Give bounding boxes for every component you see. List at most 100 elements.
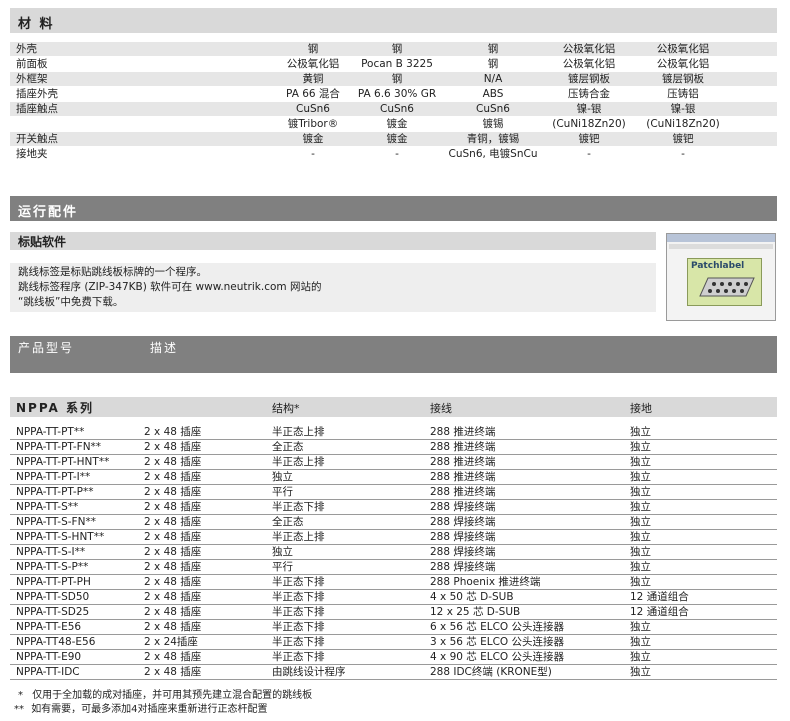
series-size: 2 x 48 插座 bbox=[144, 666, 202, 678]
footnote-2: ** 如有需要，可最多添加4对插座来重新进行正态杆配置 bbox=[14, 700, 268, 715]
series-wiring: 288 焊接终端 bbox=[430, 531, 496, 543]
window-titlebar bbox=[667, 234, 775, 242]
series-ground: 独立 bbox=[630, 636, 651, 648]
series-wiring: 4 x 50 芯 D-SUB bbox=[430, 591, 514, 603]
series-model: NPPA-TT-S-P** bbox=[16, 561, 89, 573]
material-value: CuSn6 bbox=[380, 103, 414, 115]
series-structure: 独立 bbox=[272, 546, 293, 558]
material-label: 插座触点 bbox=[16, 103, 58, 115]
series-wiring: 288 推进终端 bbox=[430, 426, 496, 438]
material-label: 前面板 bbox=[16, 58, 48, 70]
series-model: NPPA-TT-PT-P** bbox=[16, 486, 94, 498]
series-size: 2 x 48 插座 bbox=[144, 546, 202, 558]
series-model: NPPA-TT-E56 bbox=[16, 621, 82, 633]
material-row: 开关触点 镀金 镀金 青铜，镀锡 镀钯 镀钯 bbox=[10, 132, 777, 146]
series-size: 2 x 48 插座 bbox=[144, 651, 202, 663]
series-title: NPPA 系列 bbox=[16, 401, 94, 415]
materials-header: 材 料 bbox=[10, 8, 777, 33]
material-value: 压铸合金 bbox=[568, 88, 610, 100]
material-row: 接地夹 - - CuSn6, 电镀SnCu - - bbox=[10, 147, 777, 161]
series-size: 2 x 48 插座 bbox=[144, 441, 202, 453]
series-size: 2 x 48 插座 bbox=[144, 426, 202, 438]
series-ground: 独立 bbox=[630, 546, 651, 558]
series-model: NPPA-TT-SD25 bbox=[16, 606, 90, 618]
series-structure: 半正态上排 bbox=[272, 426, 325, 438]
table-row: NPPA-TT-E56 2 x 48 插座 半正态下排 6 x 56 芯 ELCO 公… bbox=[10, 620, 777, 635]
series-structure: 由跳线设计程序 bbox=[272, 666, 346, 678]
table-row: NPPA-TT-PT-FN** 2 x 48 插座 全正态 288 推进终端 独立 bbox=[10, 440, 777, 455]
series-wiring: 288 Phoenix 推进终端 bbox=[430, 576, 541, 588]
series-ground: 独立 bbox=[630, 456, 651, 468]
series-size: 2 x 48 插座 bbox=[144, 606, 202, 618]
series-size: 2 x 48 插座 bbox=[144, 561, 202, 573]
series-wiring: 288 焊接终端 bbox=[430, 516, 496, 528]
series-structure: 半正态下排 bbox=[272, 501, 325, 513]
accessories-title: 运行配件 bbox=[18, 205, 79, 220]
software-description: 跳线标签是标贴跳线板标牌的一个程序。 跳线标签程序 (ZIP-347KB) 软件… bbox=[10, 263, 656, 312]
series-structure: 全正态 bbox=[272, 441, 304, 453]
series-size: 2 x 48 插座 bbox=[144, 456, 202, 468]
series-wiring: 3 x 56 芯 ELCO 公头连接器 bbox=[430, 636, 565, 648]
material-row: 插座触点 CuSn6 CuSn6 CuSn6 镍-银 镍-银 bbox=[10, 102, 777, 116]
material-value: 镀金 bbox=[386, 118, 408, 130]
series-size: 2 x 24插座 bbox=[144, 636, 198, 648]
footnote-1: * 仅用于全加载的成对插座，并可用其预先建立混合配置的跳线板 bbox=[18, 686, 312, 701]
table-row: NPPA-TT-S** 2 x 48 插座 半正态下排 288 焊接终端 独立 bbox=[10, 500, 777, 515]
software-line-1: 跳线标签是标贴跳线板标牌的一个程序。 bbox=[18, 266, 207, 278]
table-row: NPPA-TT-S-FN** 2 x 48 插座 全正态 288 焊接终端 独立 bbox=[10, 515, 777, 530]
material-value: 公极氧化铝 bbox=[562, 43, 616, 55]
series-model: NPPA-TT-PT-PH bbox=[16, 576, 91, 588]
footnote-2-text: 如有需要，可最多添加4对插座来重新进行正态杆配置 bbox=[31, 704, 268, 715]
material-value: 镀锡 bbox=[482, 118, 504, 130]
material-value: (CuNi18Zn20) bbox=[552, 118, 626, 130]
series-model: NPPA-TT-PT-FN** bbox=[16, 441, 102, 453]
material-value: PA 66 混合 bbox=[286, 88, 340, 100]
series-model: NPPA-TT-PT-HNT** bbox=[16, 456, 110, 468]
series-model: NPPA-TT-PT-I** bbox=[16, 471, 91, 483]
series-ground: 12 通道组合 bbox=[630, 606, 689, 618]
accessories-header: 运行配件 bbox=[10, 196, 777, 221]
series-structure: 半正态下排 bbox=[272, 636, 325, 648]
wiring-column-heading: 接线 bbox=[430, 402, 452, 415]
table-row: NPPA-TT-PT-P** 2 x 48 插座 平行 288 推进终端 独立 bbox=[10, 485, 777, 500]
series-structure: 半正态下排 bbox=[272, 606, 325, 618]
series-ground: 独立 bbox=[630, 666, 651, 678]
series-wiring: 4 x 90 芯 ELCO 公头连接器 bbox=[430, 651, 565, 663]
material-value: CuSn6, 电镀SnCu bbox=[448, 148, 538, 160]
material-value: 钢 bbox=[487, 43, 499, 55]
series-model: NPPA-TT-IDC bbox=[16, 666, 80, 678]
material-value: - bbox=[681, 148, 685, 160]
series-ground: 独立 bbox=[630, 426, 651, 438]
series-ground: 独立 bbox=[630, 651, 651, 663]
product-model-heading: 产品型号 bbox=[18, 341, 75, 355]
series-structure: 平行 bbox=[272, 561, 293, 573]
table-row: NPPA-TT-E90 2 x 48 插座 半正态下排 4 x 90 芯 ELCO 公… bbox=[10, 650, 777, 665]
series-wiring: 288 焊接终端 bbox=[430, 561, 496, 573]
series-structure: 全正态 bbox=[272, 516, 304, 528]
product-header: 产品型号 描述 bbox=[10, 336, 777, 373]
material-row: 镀Tribor® 镀金 镀锡 (CuNi18Zn20) (CuNi18Zn20) bbox=[10, 117, 777, 131]
material-value: 镀Tribor® bbox=[287, 118, 339, 130]
material-value: 公极氧化铝 bbox=[656, 43, 710, 55]
series-header: NPPA 系列 结构* 接线 接地 bbox=[10, 397, 777, 417]
ground-column-heading: 接地 bbox=[630, 402, 652, 415]
series-size: 2 x 48 插座 bbox=[144, 501, 202, 513]
material-value: N/A bbox=[483, 73, 503, 85]
patchlabel-title: Patchlabel bbox=[691, 261, 745, 271]
material-value: 镀金 bbox=[302, 133, 324, 145]
patchlabel-screenshot: Patchlabel bbox=[666, 233, 776, 321]
material-value: 钢 bbox=[487, 58, 499, 70]
series-model: NPPA-TT-S-I** bbox=[16, 546, 86, 558]
material-value: - bbox=[395, 148, 399, 160]
patchbay-icon bbox=[699, 277, 755, 297]
material-label: 开关触点 bbox=[16, 133, 58, 145]
software-line-3: “跳线板”中免费下载。 bbox=[18, 296, 124, 308]
series-ground: 独立 bbox=[630, 621, 651, 633]
material-value: Pocan B 3225 bbox=[361, 58, 433, 70]
series-ground: 独立 bbox=[630, 441, 651, 453]
series-size: 2 x 48 插座 bbox=[144, 621, 202, 633]
material-value: PA 6.6 30% GR bbox=[357, 88, 437, 100]
series-ground: 独立 bbox=[630, 516, 651, 528]
material-value: (CuNi18Zn20) bbox=[646, 118, 720, 130]
series-size: 2 x 48 插座 bbox=[144, 576, 202, 588]
